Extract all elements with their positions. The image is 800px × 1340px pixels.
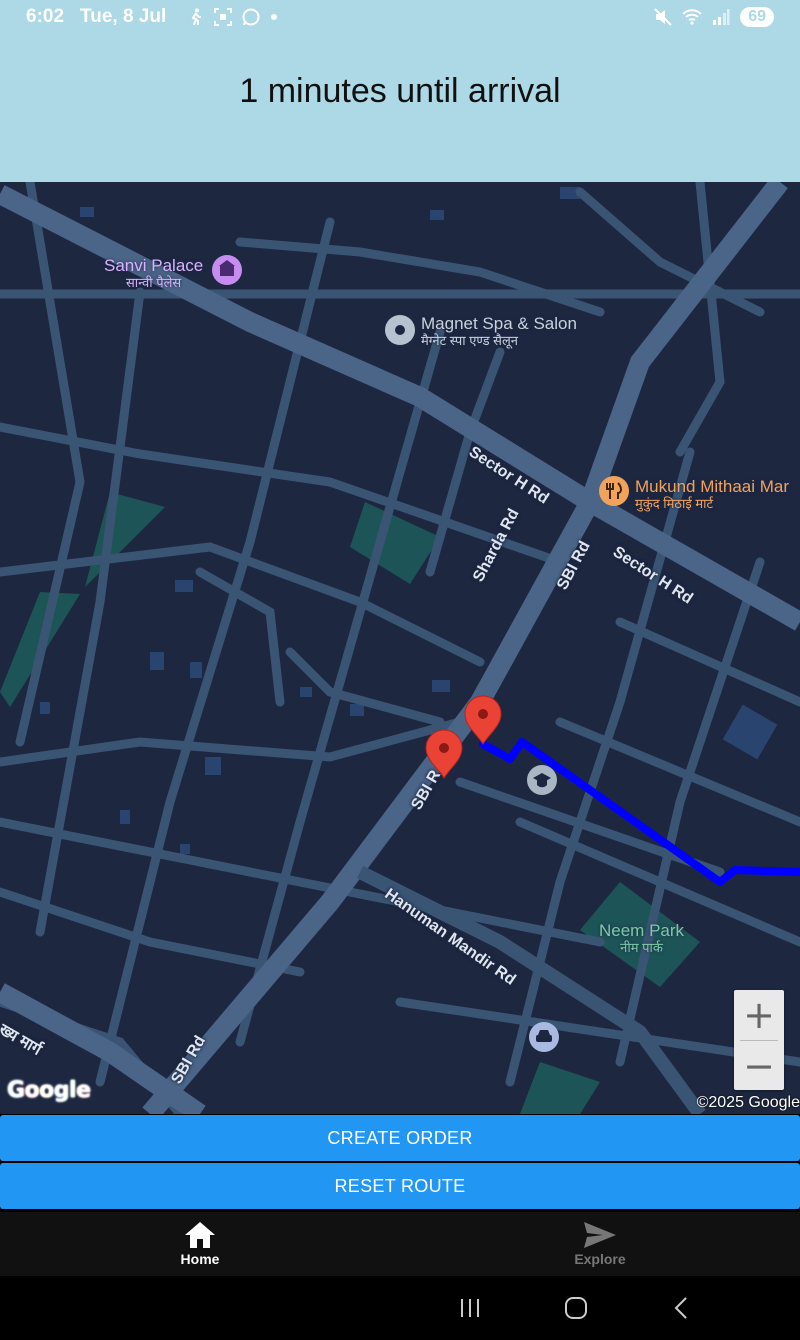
sanvi-palace-pin-icon bbox=[212, 255, 242, 285]
home-icon bbox=[185, 1222, 215, 1248]
mukund-name: Mukund Mithaai Mar bbox=[635, 477, 790, 496]
nav-home-label: Home bbox=[180, 1251, 220, 1267]
building bbox=[432, 680, 450, 692]
building bbox=[175, 580, 193, 592]
scan-icon bbox=[214, 8, 233, 26]
road bbox=[235, 327, 445, 1047]
status-date: Tue, 8 Jul bbox=[80, 6, 167, 27]
taxi-pin-icon bbox=[529, 1022, 559, 1052]
building bbox=[300, 687, 312, 697]
whatsapp-icon bbox=[242, 8, 260, 26]
park-area bbox=[85, 492, 165, 587]
neem-park-name: Neem Park bbox=[599, 921, 685, 940]
signal-icon bbox=[713, 9, 730, 25]
mukund-restaurant-pin-icon bbox=[599, 476, 629, 506]
building bbox=[180, 844, 190, 854]
route-line bbox=[479, 738, 800, 886]
status-bar: 6:02 Tue, 8 Jul 69 bbox=[0, 0, 800, 34]
home-button-icon[interactable] bbox=[564, 1296, 588, 1320]
building bbox=[150, 652, 164, 670]
road bbox=[235, 237, 605, 317]
create-order-button[interactable]: CREATE ORDER bbox=[0, 1115, 800, 1161]
send-icon bbox=[584, 1222, 616, 1248]
system-navigation-bar bbox=[0, 1276, 800, 1340]
eta-header: 1 minutes until arrival bbox=[0, 34, 800, 182]
sanvi-palace-label[interactable]: Sanvi Palace सान्वी पैलेस bbox=[104, 256, 204, 291]
map-copyright[interactable]: ©2025 Google bbox=[697, 1094, 800, 1112]
road bbox=[195, 567, 285, 707]
mukund-label[interactable]: Mukund Mithaai Mar मुकुंद मिठाई मार्ट bbox=[635, 477, 790, 512]
building bbox=[120, 810, 130, 824]
building bbox=[722, 704, 778, 760]
zoom-in-button[interactable]: + bbox=[734, 990, 784, 1040]
sanvi-palace-name-hi: सान्वी पैलेस bbox=[125, 275, 182, 290]
magnet-spa-pin-icon bbox=[385, 315, 415, 345]
status-time: 6:02 bbox=[26, 6, 65, 27]
building bbox=[205, 757, 221, 775]
recent-apps-icon[interactable] bbox=[458, 1296, 482, 1320]
google-logo: Google bbox=[7, 1078, 91, 1103]
mukund-name-hi: मुकुंद मिठाई मार्ट bbox=[635, 496, 714, 511]
building bbox=[40, 702, 50, 714]
building bbox=[430, 210, 444, 220]
neem-park-label[interactable]: Neem Park नीम पार्क bbox=[599, 921, 685, 956]
zoom-out-button[interactable]: − bbox=[734, 1041, 784, 1091]
road bbox=[615, 617, 800, 707]
magnet-spa-label[interactable]: Magnet Spa & Salon मैग्नेट स्पा एण्ड सैल… bbox=[421, 314, 577, 349]
road bbox=[285, 647, 445, 727]
back-icon[interactable] bbox=[670, 1296, 694, 1320]
nav-home[interactable]: Home bbox=[0, 1212, 400, 1276]
google-logo-text: Google bbox=[7, 1078, 91, 1103]
school-pin-icon bbox=[527, 765, 557, 795]
building bbox=[350, 704, 364, 716]
reset-route-button[interactable]: RESET ROUTE bbox=[0, 1163, 800, 1209]
magnet-spa-name: Magnet Spa & Salon bbox=[421, 314, 577, 333]
bottom-navigation: Home Explore bbox=[0, 1212, 800, 1276]
map-view[interactable]: Sanvi Palace सान्वी पैलेस Magnet Spa & S… bbox=[0, 182, 800, 1114]
nav-explore[interactable]: Explore bbox=[400, 1212, 800, 1276]
nav-explore-label: Explore bbox=[574, 1251, 626, 1267]
battery-indicator: 69 bbox=[740, 7, 774, 27]
park-area bbox=[520, 1062, 600, 1114]
eta-text: 1 minutes until arrival bbox=[239, 72, 561, 110]
magnet-spa-name-hi: मैग्नेट स्पा एण्ड सैलून bbox=[421, 333, 518, 348]
wifi-icon bbox=[682, 9, 702, 25]
building bbox=[80, 207, 94, 217]
marker-icon bbox=[464, 695, 502, 745]
building bbox=[190, 662, 202, 678]
walk-icon bbox=[191, 8, 202, 26]
map-canvas[interactable] bbox=[0, 182, 800, 1114]
zoom-controls: + − bbox=[734, 990, 784, 1090]
sanvi-palace-name: Sanvi Palace bbox=[104, 256, 204, 275]
neem-park-name-hi: नीम पार्क bbox=[620, 940, 663, 955]
dot-icon bbox=[271, 14, 278, 20]
mute-icon bbox=[654, 8, 672, 26]
